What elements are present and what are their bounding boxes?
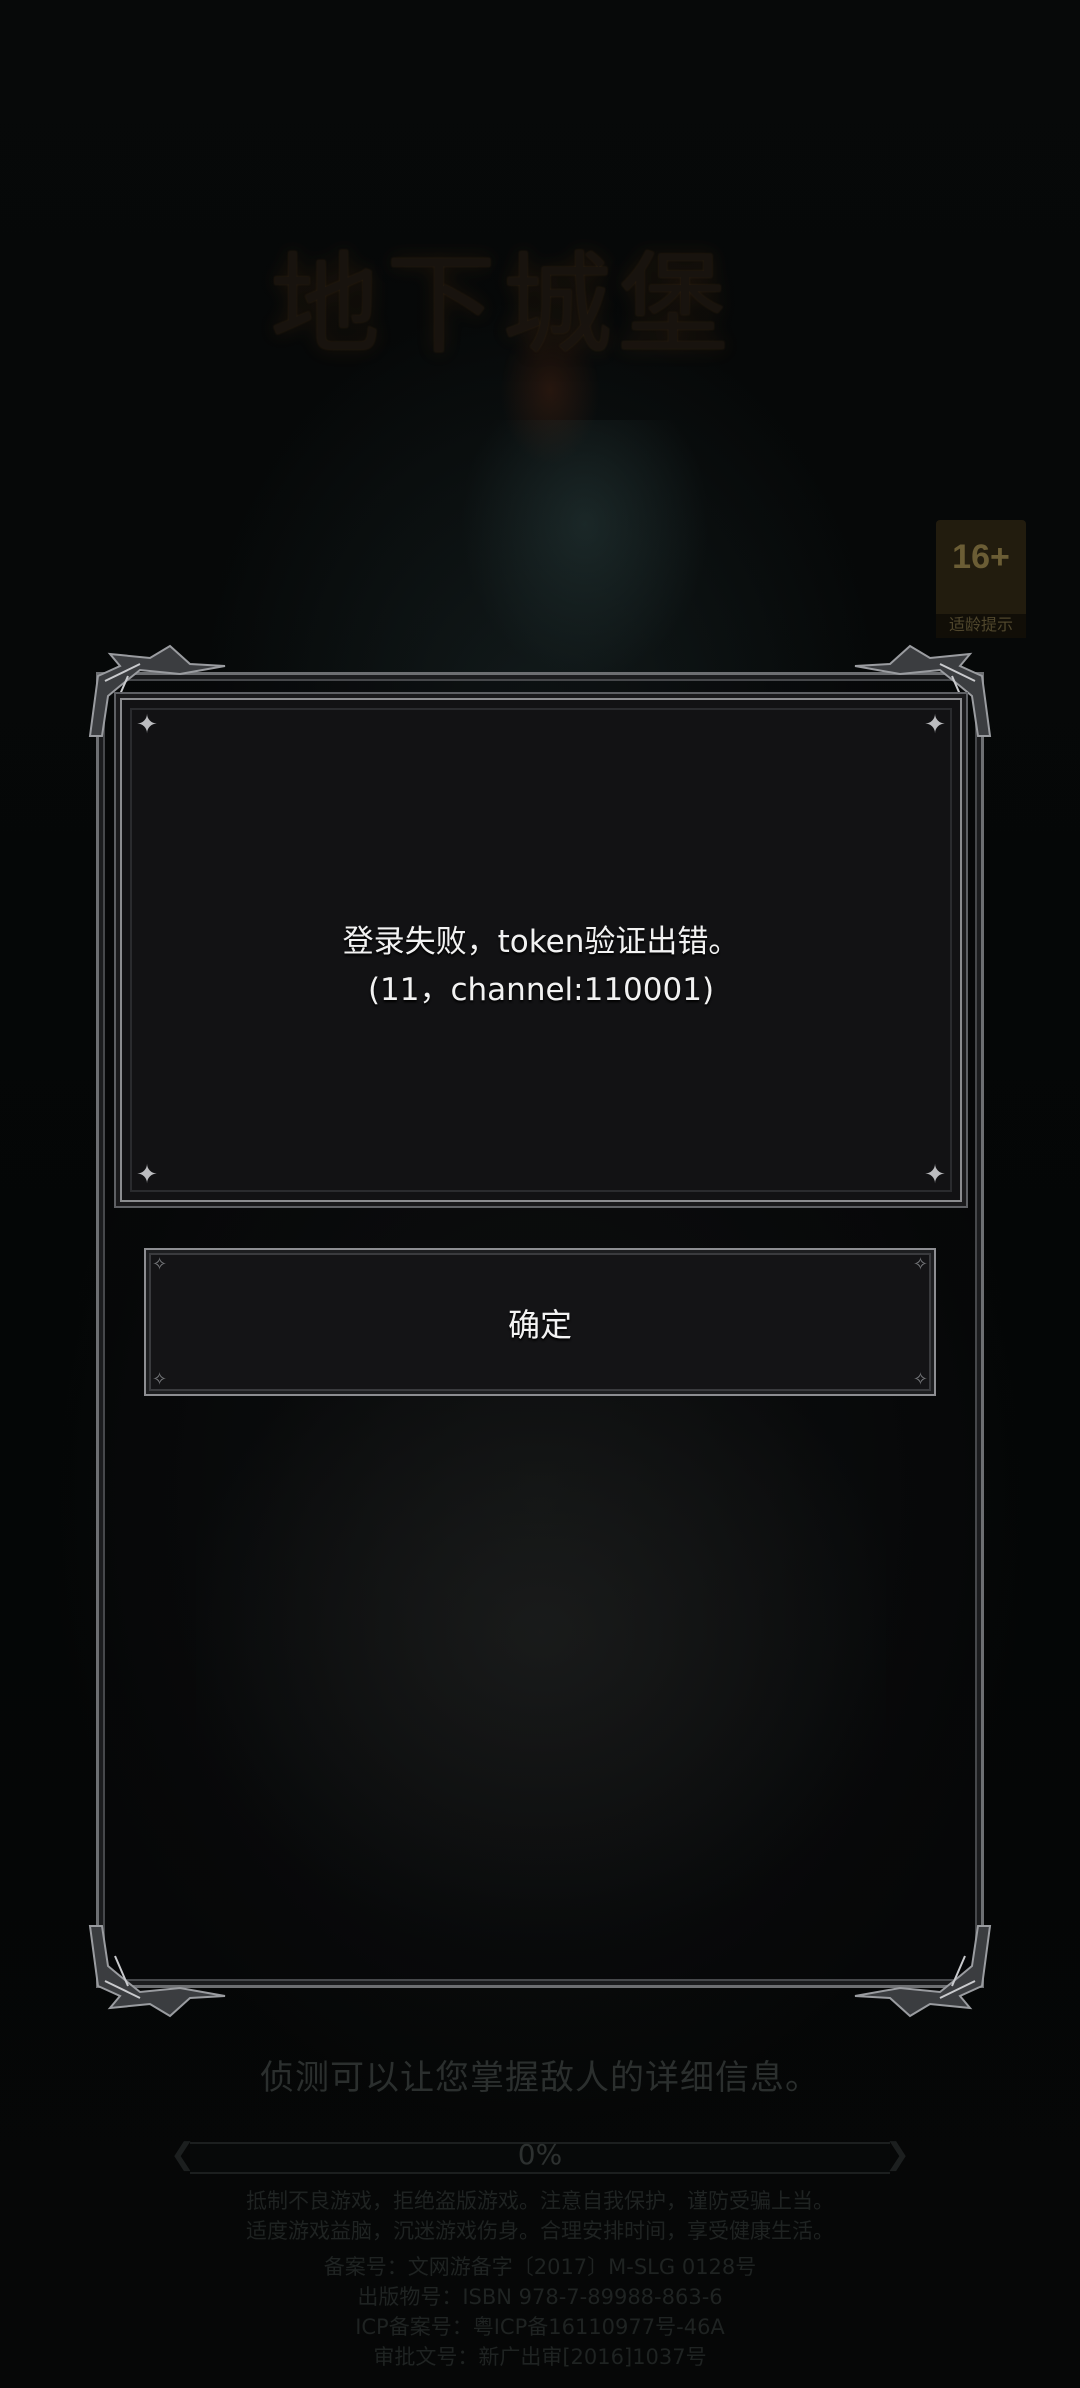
record-number: 备案号：文网游备字〔2017〕M-SLG 0128号 bbox=[323, 2255, 757, 2279]
loading-progress-bar: ❮ ❯ 0% bbox=[170, 2132, 910, 2180]
message-panel: ✦ ✦ ✦ ✦ 登录失败，token验证出错。 (11，channel:1100… bbox=[120, 698, 962, 1202]
loading-hint: 侦测可以让您掌握敌人的详细信息。 bbox=[260, 2058, 820, 2098]
button-corner-icon: ✧ bbox=[152, 1369, 168, 1390]
button-corner-icon: ✧ bbox=[912, 1254, 928, 1275]
game-logo: 地下城堡 bbox=[170, 195, 910, 465]
sparkle-icon: ✦ bbox=[136, 710, 158, 740]
sparkle-icon: ✦ bbox=[136, 1160, 158, 1190]
sparkle-icon: ✦ bbox=[924, 710, 946, 740]
publication-number: 出版物号：ISBN 978-7-89988-863-6 bbox=[357, 2285, 723, 2309]
confirm-button-label: 确定 bbox=[507, 1306, 572, 1344]
age-rating-label: 适龄提示 bbox=[936, 614, 1026, 638]
progress-percent: 0% bbox=[517, 2138, 563, 2171]
error-message-line-1: 登录失败，token验证出错。 bbox=[342, 924, 740, 960]
icp-number: ICP备案号：粤ICP备16110977号-46A bbox=[355, 2315, 725, 2339]
health-advice-line-2: 适度游戏益脑，沉迷游戏伤身。合理安排时间，享受健康生活。 bbox=[246, 2219, 834, 2243]
button-corner-icon: ✧ bbox=[152, 1254, 168, 1275]
confirm-button[interactable]: ✧ ✧ ✧ ✧ 确定 bbox=[144, 1248, 936, 1396]
health-advice-line-1: 抵制不良游戏，拒绝盗版游戏。注意自我保护，谨防受骗上当。 bbox=[246, 2189, 834, 2213]
error-dialog: ✦ ✦ ✦ ✦ 登录失败，token验证出错。 (11，channel:1100… bbox=[86, 644, 994, 2018]
error-message-line-2: (11，channel:110001) bbox=[367, 972, 715, 1008]
age-rating-number: 16+ bbox=[952, 538, 1010, 576]
age-rating-badge[interactable]: 16+ 适龄提示 bbox=[936, 520, 1026, 638]
button-corner-icon: ✧ bbox=[912, 1369, 928, 1390]
error-message: 登录失败，token验证出错。 (11，channel:110001) bbox=[122, 918, 960, 1014]
game-logo-text: 地下城堡 bbox=[270, 241, 734, 369]
ornament-corner-icon bbox=[850, 1916, 1000, 2026]
approval-number: 审批文号：新广出审[2016]1037号 bbox=[373, 2345, 707, 2369]
background-tower bbox=[460, 420, 710, 680]
sparkle-icon: ✦ bbox=[924, 1160, 946, 1190]
game-screen: 地下城堡 16+ 适龄提示 侦测可以让您掌握敌人的详细信息。 ❮ ❯ 0% 抵制… bbox=[0, 0, 1080, 2388]
ornament-corner-icon bbox=[80, 1916, 230, 2026]
dialog-texture bbox=[196, 1380, 886, 1940]
